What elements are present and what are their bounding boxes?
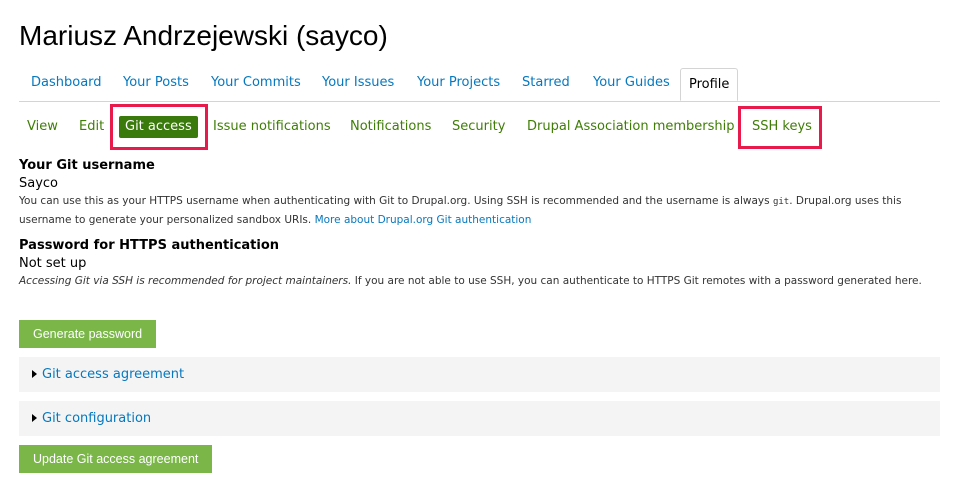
generate-password-button[interactable]: Generate password <box>19 320 157 348</box>
tab-your-commits[interactable]: Your Commits <box>211 68 301 101</box>
fieldset-git-configuration[interactable]: Git configuration <box>19 401 940 436</box>
subtab-notifications[interactable]: Notifications <box>350 116 431 138</box>
desc-text: If you are not able to use SSH, you can … <box>351 275 922 287</box>
tab-your-issues[interactable]: Your Issues <box>322 68 394 101</box>
https-password-heading: Password for HTTPS authentication <box>19 238 280 253</box>
desc-text: You can use this as your HTTPS username … <box>19 195 773 207</box>
subtab-drupal-association-membership[interactable]: Drupal Association membership <box>527 116 735 138</box>
tab-starred[interactable]: Starred <box>522 68 570 101</box>
tab-profile[interactable]: Profile <box>680 68 739 101</box>
update-git-access-agreement-button[interactable]: Update Git access agreement <box>19 445 213 473</box>
highlight-box-git-access <box>110 104 208 150</box>
git-username-heading: Your Git username <box>19 158 155 173</box>
git-username-description: You can use this as your HTTPS username … <box>19 192 934 229</box>
tab-dashboard[interactable]: Dashboard <box>31 68 102 101</box>
triangle-right-icon <box>32 370 37 378</box>
tab-your-projects[interactable]: Your Projects <box>417 68 500 101</box>
fieldset-git-access-agreement[interactable]: Git access agreement <box>19 357 940 392</box>
fieldset-label[interactable]: Git configuration <box>42 401 151 436</box>
https-password-value: Not set up <box>19 256 87 271</box>
desc-code: git <box>772 197 790 207</box>
desc-emphasis: Accessing Git via SSH is recommended for… <box>19 275 352 287</box>
highlight-box-ssh-keys <box>738 106 822 149</box>
https-password-description: Accessing Git via SSH is recommended for… <box>19 272 934 290</box>
page-title: Mariusz Andrzejewski (sayco) <box>19 20 388 51</box>
tab-your-guides[interactable]: Your Guides <box>593 68 670 101</box>
git-username-value: Sayco <box>19 176 59 191</box>
subtab-view[interactable]: View <box>27 116 58 138</box>
subtab-issue-notifications[interactable]: Issue notifications <box>213 116 331 138</box>
tab-your-posts[interactable]: Your Posts <box>123 68 189 101</box>
subtab-security[interactable]: Security <box>452 116 505 138</box>
git-auth-docs-link[interactable]: More about Drupal.org Git authentication <box>315 214 532 226</box>
subtab-edit[interactable]: Edit <box>79 116 104 138</box>
triangle-right-icon <box>32 414 37 422</box>
fieldset-label[interactable]: Git access agreement <box>42 357 184 392</box>
primary-tabs: Dashboard Your Posts Your Commits Your I… <box>19 68 940 102</box>
